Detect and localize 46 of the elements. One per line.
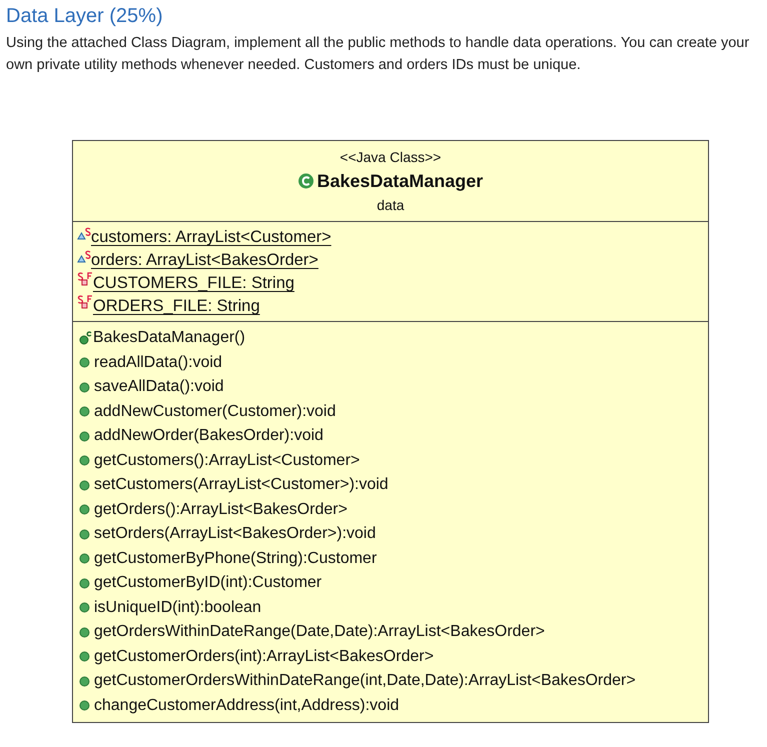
- package-label: data: [376, 196, 404, 215]
- package-static-icon: [77, 250, 91, 264]
- public-method-icon: [79, 406, 90, 418]
- method-entry: getCustomerOrdersWithinDateRange(int,Date,Date):ArrayList<BakesOrder>: [94, 671, 636, 692]
- public-method-icon: [79, 651, 90, 662]
- field-entry: ORDERS_FILE: String: [93, 296, 260, 317]
- public-method-icon: [79, 700, 90, 712]
- method-entry: setOrders(ArrayList<BakesOrder>):void: [94, 524, 376, 544]
- method-entry: getOrdersWithinDateRange(Date,Date):ArrayList<BakesOrder>: [94, 622, 545, 642]
- method-entry: readAllData():void: [94, 352, 222, 373]
- package-static-icon: [77, 227, 91, 241]
- public-method-icon: [79, 455, 90, 466]
- method-entry: saveAllData():void: [94, 377, 224, 398]
- class-icon: [298, 173, 314, 189]
- public-method-icon: [79, 528, 90, 540]
- private-static-final-icon: [77, 272, 93, 288]
- public-method-icon: [79, 382, 90, 393]
- public-method-icon: [79, 578, 90, 589]
- method-entry: isUniqueID(int):boolean: [94, 598, 262, 618]
- public-method-icon: [79, 602, 90, 614]
- field-entry: orders: ArrayList<BakesOrder>: [91, 250, 318, 271]
- method-entry: BakesDataManager(): [93, 328, 246, 348]
- public-method-icon: [79, 626, 90, 638]
- public-method-icon: [79, 480, 90, 491]
- method-entry: getCustomerOrders(int):ArrayList<BakesOrder>: [94, 646, 434, 667]
- public-method-icon: [79, 504, 90, 516]
- field-entry: customers: ArrayList<Customer>: [91, 227, 332, 248]
- method-entry: getCustomerByPhone(String):Customer: [94, 548, 377, 569]
- field-entry: CUSTOMERS_FILE: String: [93, 273, 294, 294]
- method-entry: getOrders():ArrayList<BakesOrder>: [94, 500, 348, 520]
- method-entry: setCustomers(ArrayList<Customer>):void: [94, 475, 388, 496]
- instructions-paragraph: Using the attached Class Diagram, implement all the public methods to handle data operations. You can create your own private utility methods whenever needed. Customers and orders IDs must be unique.: [6, 34, 750, 75]
- method-entry: getCustomers():ArrayList<Customer>: [94, 450, 360, 471]
- method-entry: changeCustomerAddress(int,Address):void: [94, 696, 400, 716]
- method-entry: addNewOrder(BakesOrder):void: [94, 426, 324, 446]
- method-entry: addNewCustomer(Customer):void: [94, 402, 336, 422]
- stereotype-label: <<Java Class>>: [340, 148, 442, 167]
- public-method-icon: [79, 430, 90, 442]
- constructor-icon: [79, 331, 92, 346]
- public-method-icon: [79, 553, 90, 564]
- class-name: BakesDataManager: [316, 170, 484, 193]
- private-static-final-icon: [77, 295, 93, 311]
- method-entry: getCustomerByID(int):Customer: [94, 573, 322, 594]
- public-method-icon: [79, 357, 90, 368]
- public-method-icon: [79, 676, 90, 687]
- section-heading: Data Layer (25%): [6, 4, 164, 29]
